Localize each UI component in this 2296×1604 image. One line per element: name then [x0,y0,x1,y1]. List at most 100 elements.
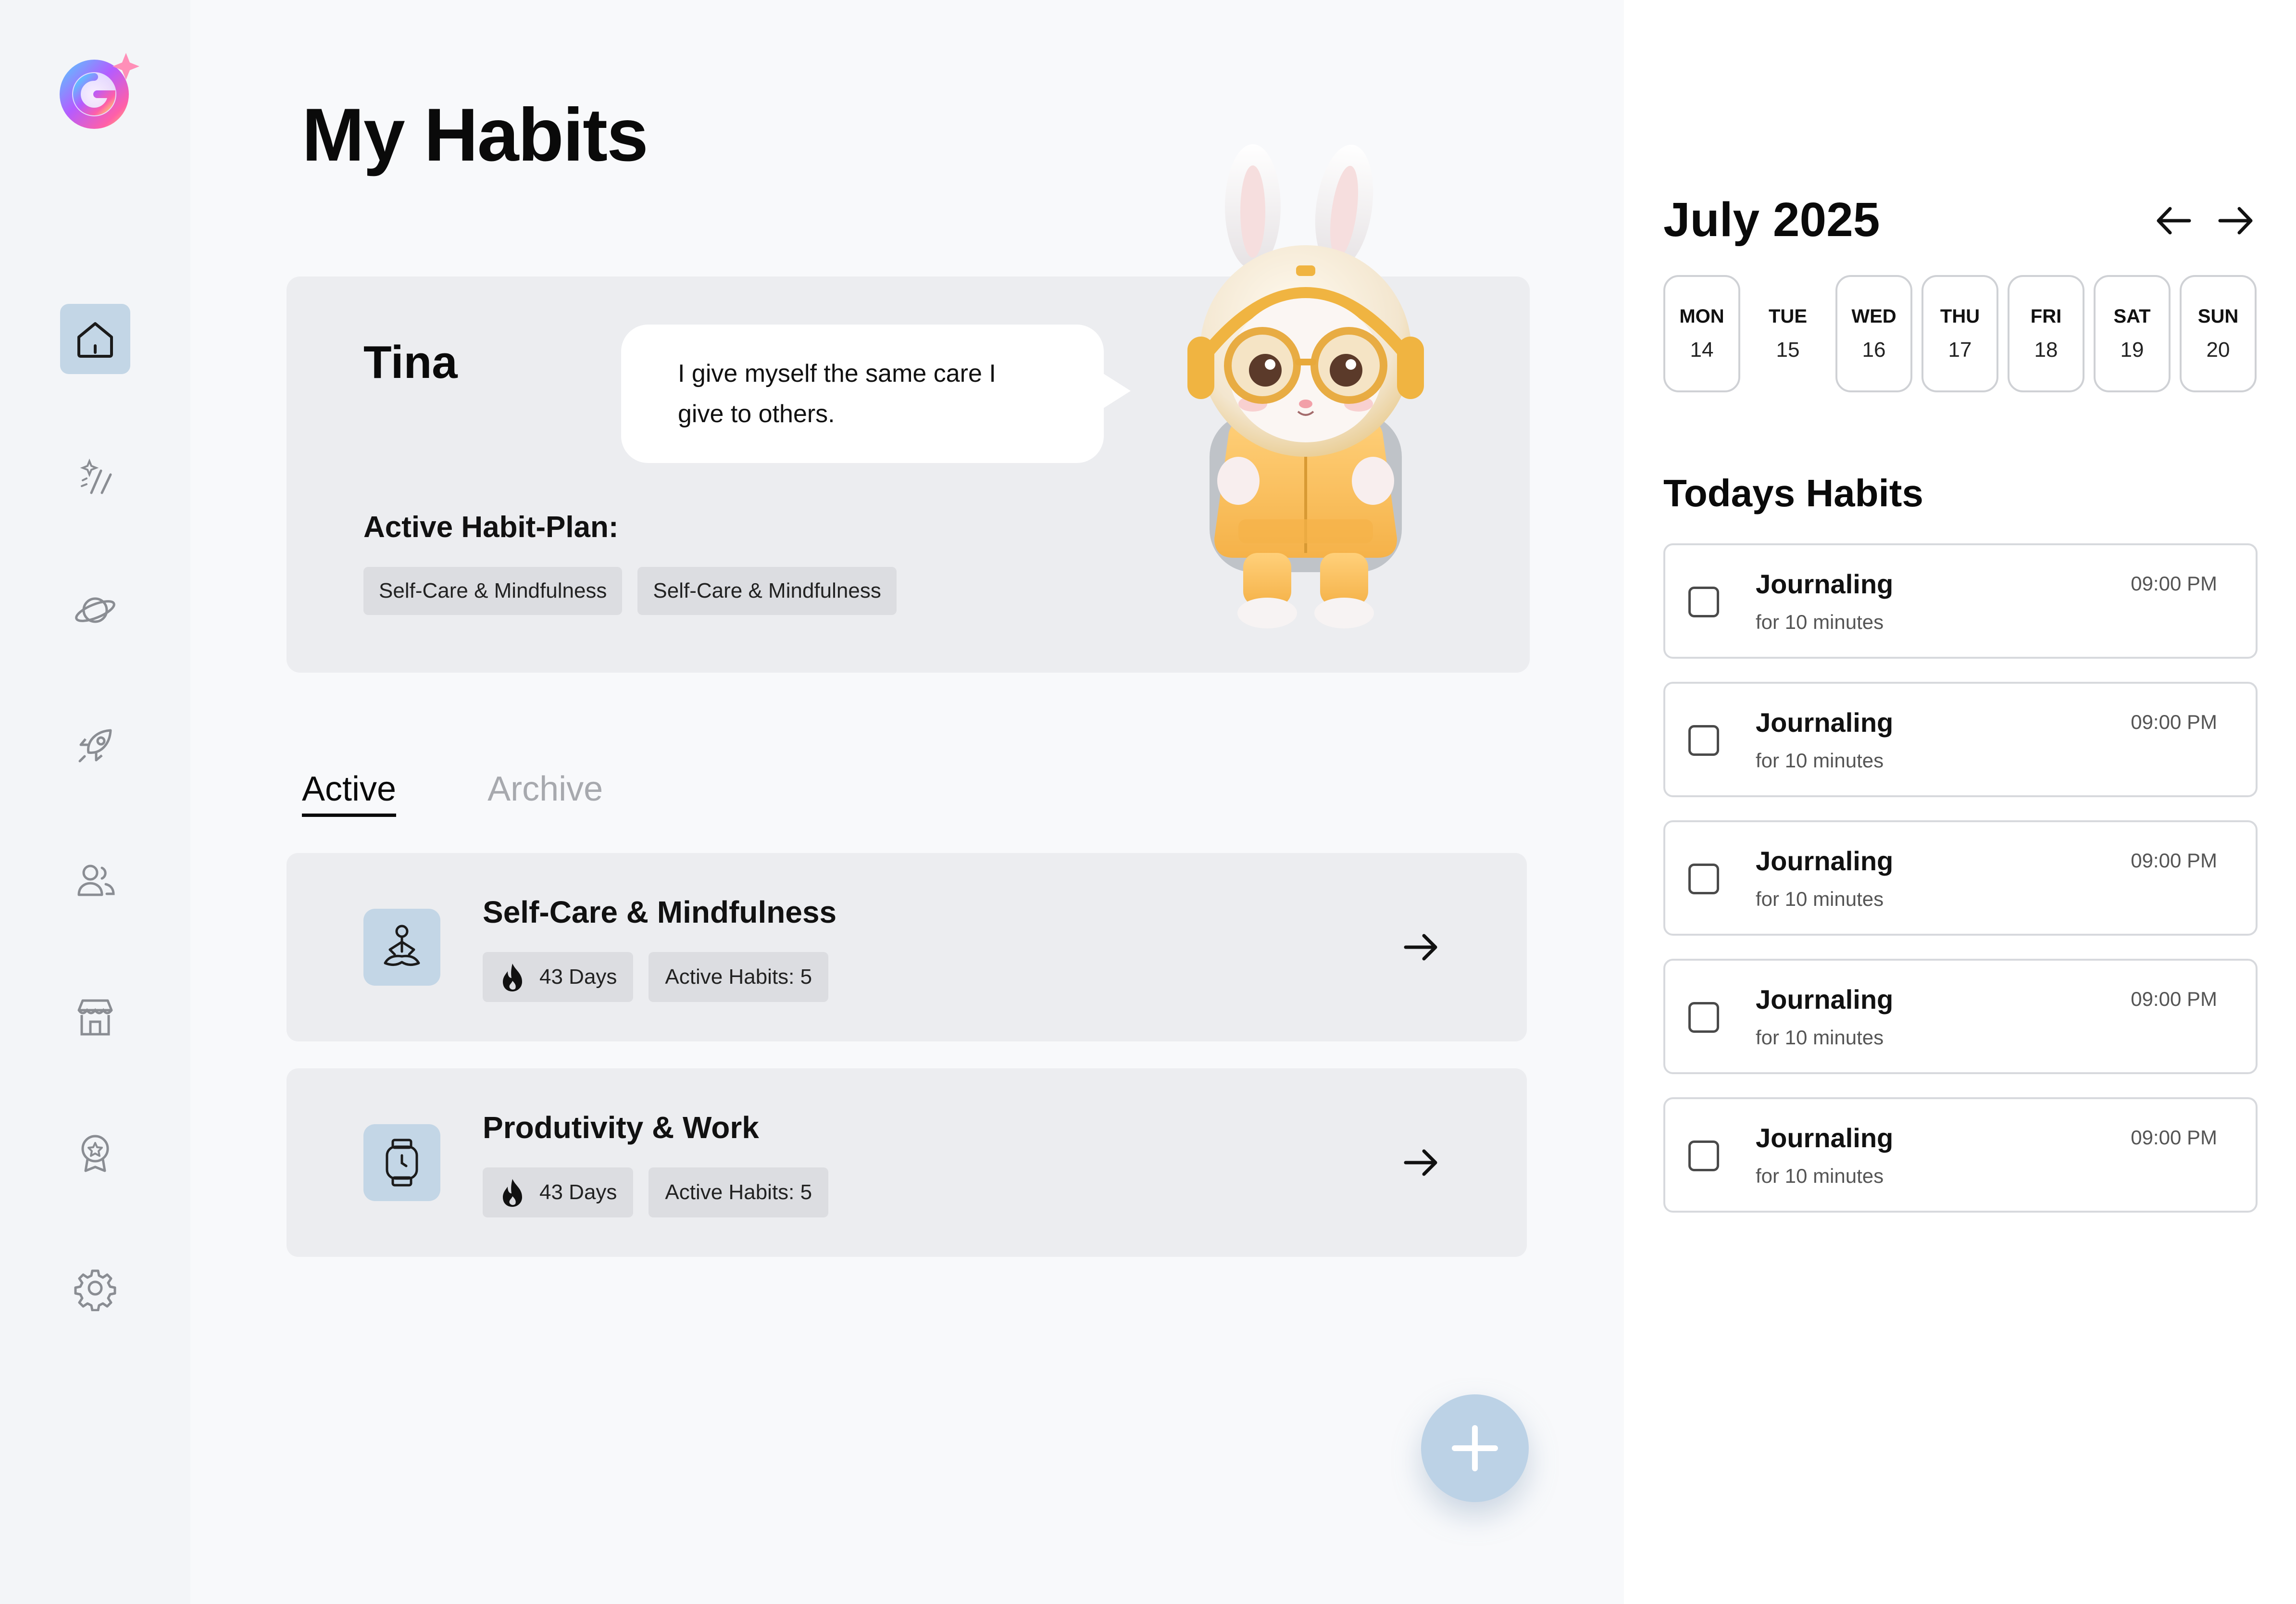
arrow-left-icon[interactable] [2154,204,2192,238]
flame-icon [503,1179,522,1207]
day-thu[interactable]: THU 17 [1922,275,1998,392]
badge-icon [81,1135,109,1172]
active-plan-label: Active Habit-Plan: [363,511,619,544]
habit-plan-card[interactable]: Self-Care & Mindfulness 43 Days Active H… [287,853,1527,1041]
habit-item: Journaling for 10 minutes 09:00 PM [1663,959,2258,1074]
day-name: SAT [2113,305,2151,327]
streak-text: 43 Days [539,965,617,989]
nav-store[interactable] [60,982,130,1052]
day-name: TUE [1769,305,1807,327]
habit-item: Journaling for 10 minutes 09:00 PM [1663,543,2258,659]
habit-duration: for 10 minutes [1756,1026,1884,1049]
day-sat[interactable]: SAT 19 [2094,275,2171,392]
planet-icon [75,597,115,623]
tab-archive[interactable]: Archive [487,769,603,817]
plan-name: Produtivity & Work [483,1110,759,1145]
habit-checkbox[interactable] [1688,1140,1719,1171]
habit-plan-card[interactable]: Produtivity & Work 43 Days Active Habits… [287,1068,1527,1257]
habit-duration: for 10 minutes [1756,1165,1884,1187]
day-name: MON [1679,305,1724,327]
nav-achievements[interactable] [60,1117,130,1188]
main-content: My Habits Tina I give myself the same ca… [190,0,1624,1604]
home-icon [77,322,113,358]
flame-icon [503,964,522,991]
gear-icon [74,1269,116,1311]
page-title: My Habits [302,93,649,177]
todays-habits-title: Todays Habits [1663,472,1923,514]
speech-bubble: I give myself the same care I give to ot… [621,325,1104,463]
day-date: 20 [2206,338,2230,362]
week-strip: MON 14 TUE 15 WED 16 THU 17 FRI 18 SAT 19 SUN 2… [1663,275,2257,392]
plan-meta: 43 Days Active Habits: 5 [483,952,829,1002]
day-date: 17 [1948,338,1972,362]
streak-text: 43 Days [539,1180,617,1204]
day-wed[interactable]: WED 16 [1835,275,1912,392]
plan-icon-container [363,1124,440,1201]
habit-name: Journaling [1756,1123,1894,1153]
user-name: Tina [363,337,458,388]
habit-time: 09:00 PM [2131,1126,2217,1149]
plan-meta: 43 Days Active Habits: 5 [483,1167,829,1217]
day-name: THU [1940,305,1980,327]
active-habits-chip: Active Habits: 5 [649,1167,829,1217]
arrow-right-icon[interactable] [1402,1143,1440,1182]
habit-name: Journaling [1756,707,1894,738]
habit-duration: for 10 minutes [1756,611,1884,633]
habit-checkbox[interactable] [1688,1002,1719,1033]
plan-name: Self-Care & Mindfulness [483,895,837,929]
users-icon [77,865,115,896]
nav-home[interactable] [60,304,130,374]
add-habit-button[interactable] [1421,1394,1529,1502]
tab-active[interactable]: Active [302,769,397,817]
nav-settings[interactable] [60,1253,130,1323]
active-habits-chip: Active Habits: 5 [649,952,829,1002]
day-date: 19 [2120,338,2144,362]
day-mon[interactable]: MON 14 [1663,275,1740,392]
speech-bubble-tail [1102,373,1131,409]
habit-name: Journaling [1756,984,1894,1015]
smartwatch-icon [386,1139,418,1187]
day-date: 16 [1862,338,1886,362]
nav-community[interactable] [60,846,130,916]
app-logo-icon[interactable] [54,48,140,135]
bunny-astronaut-mascot [1187,144,1424,628]
habit-time: 09:00 PM [2131,711,2217,733]
habit-checkbox[interactable] [1688,587,1719,617]
nav-goals[interactable] [60,711,130,781]
day-date: 18 [2034,338,2058,362]
plan-tags: Self-Care & Mindfulness Self-Care & Mind… [363,567,897,615]
plan-tag[interactable]: Self-Care & Mindfulness [363,567,623,615]
plan-tabs: Active Archive [302,769,603,817]
plan-tag[interactable]: Self-Care & Mindfulness [637,567,897,615]
habit-time: 09:00 PM [2131,849,2217,872]
arrow-right-icon[interactable] [2217,204,2256,238]
arrow-right-icon[interactable] [1402,928,1440,966]
day-date: 15 [1776,338,1800,362]
habit-checkbox[interactable] [1688,864,1719,894]
plan-icon-container [363,909,440,986]
day-name: SUN [2197,305,2239,327]
day-date: 14 [1690,338,1714,362]
nav-magic[interactable] [60,439,130,510]
habit-item: Journaling for 10 minutes 09:00 PM [1663,682,2258,797]
day-name: WED [1851,305,1897,327]
day-sun[interactable]: SUN 20 [2180,275,2257,392]
day-tue[interactable]: TUE 15 [1749,275,1826,392]
habit-checkbox[interactable] [1688,725,1719,756]
calendar-month: July 2025 [1663,193,1880,247]
habit-time: 09:00 PM [2131,572,2217,595]
nav-explore[interactable] [60,575,130,645]
streak-chip: 43 Days [483,952,634,1002]
habit-duration: for 10 minutes [1756,888,1884,910]
habit-item: Journaling for 10 minutes 09:00 PM [1663,1097,2258,1213]
sidebar [0,0,190,1604]
habit-name: Journaling [1756,569,1894,599]
streak-chip: 43 Days [483,1167,634,1217]
habit-time: 09:00 PM [2131,988,2217,1010]
habit-name: Journaling [1756,846,1894,876]
day-fri[interactable]: FRI 18 [2008,275,2084,392]
sparkle-wand-icon [80,458,112,494]
habit-item: Journaling for 10 minutes 09:00 PM [1663,820,2258,936]
rocket-icon [78,729,112,763]
meditation-icon [384,925,420,966]
